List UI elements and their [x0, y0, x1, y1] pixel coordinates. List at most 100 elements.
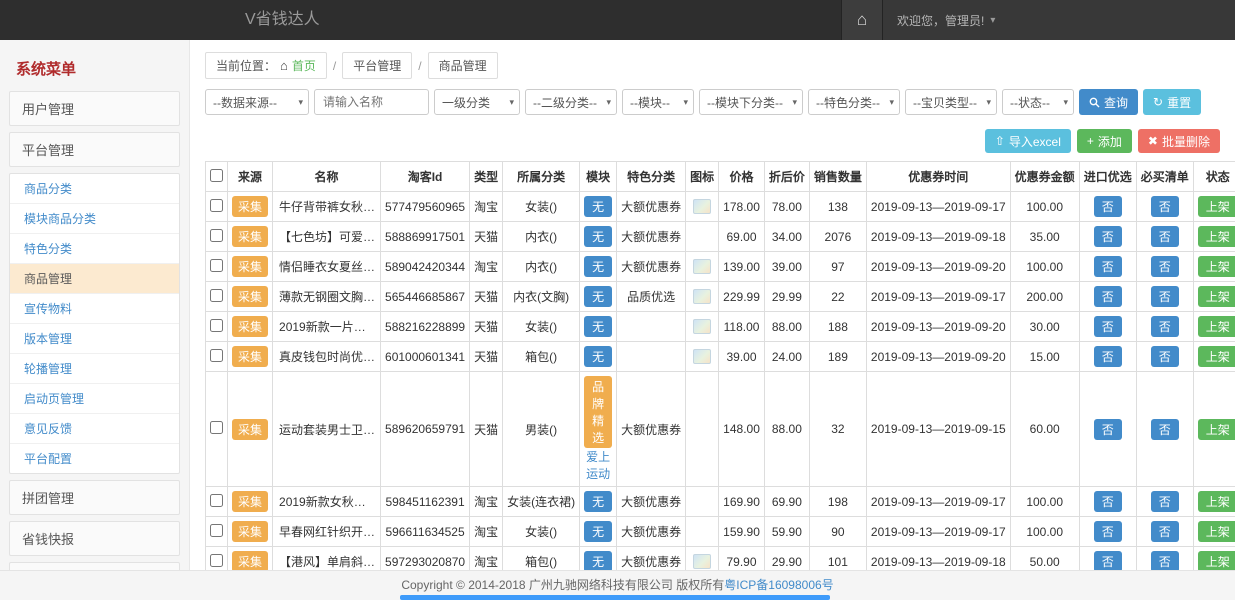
- row-checkbox[interactable]: [210, 259, 223, 272]
- row-select-cell: [206, 487, 228, 517]
- must-buy-toggle[interactable]: 否: [1151, 226, 1179, 247]
- must-buy-toggle[interactable]: 否: [1151, 491, 1179, 512]
- cell-type: 淘宝: [470, 547, 503, 571]
- cell-sales: 97: [809, 252, 866, 282]
- cell-icon: [686, 487, 719, 517]
- breadcrumb-home-link[interactable]: 首页: [292, 57, 316, 74]
- cell-module: 无: [580, 517, 617, 547]
- import-select-toggle[interactable]: 否: [1094, 551, 1122, 570]
- sidebar-item-feedback[interactable]: 意见反馈: [10, 414, 179, 444]
- import-excel-button[interactable]: ⇧ 导入excel: [985, 129, 1071, 153]
- cell-module: 无: [580, 252, 617, 282]
- status-select[interactable]: --状态-- ▾: [1002, 89, 1074, 115]
- import-select-toggle[interactable]: 否: [1094, 419, 1122, 440]
- item-type-select[interactable]: --宝贝类型-- ▾: [905, 89, 997, 115]
- status-button[interactable]: 上架: [1198, 286, 1235, 307]
- cell-coupon-amount: 15.00: [1010, 342, 1079, 372]
- cell-type: 天猫: [470, 222, 503, 252]
- import-select-toggle[interactable]: 否: [1094, 491, 1122, 512]
- add-button[interactable]: + 添加: [1077, 129, 1132, 153]
- row-checkbox[interactable]: [210, 199, 223, 212]
- user-menu[interactable]: 欢迎您，管理员! ▾: [883, 0, 1235, 40]
- sidebar-item-version-mgmt[interactable]: 版本管理: [10, 324, 179, 354]
- cell-import-select: 否: [1079, 487, 1136, 517]
- import-select-toggle[interactable]: 否: [1094, 226, 1122, 247]
- must-buy-toggle[interactable]: 否: [1151, 419, 1179, 440]
- row-checkbox[interactable]: [210, 349, 223, 362]
- cell-taoke-id: 588869917501: [381, 222, 470, 252]
- must-buy-toggle[interactable]: 否: [1151, 286, 1179, 307]
- name-search-input[interactable]: [314, 89, 429, 115]
- cell-status: 上架: [1193, 487, 1235, 517]
- import-select-toggle[interactable]: 否: [1094, 316, 1122, 337]
- status-button[interactable]: 上架: [1198, 551, 1235, 570]
- sidebar-item-feature-category[interactable]: 特色分类: [10, 234, 179, 264]
- status-button[interactable]: 上架: [1198, 491, 1235, 512]
- status-button[interactable]: 上架: [1198, 226, 1235, 247]
- horizontal-scrollbar-thumb[interactable]: [400, 595, 830, 600]
- status-button[interactable]: 上架: [1198, 316, 1235, 337]
- sidebar-item-message-mgmt[interactable]: 消息管理: [9, 562, 180, 570]
- import-select-toggle[interactable]: 否: [1094, 256, 1122, 277]
- sidebar-item-module-goods-category[interactable]: 模块商品分类: [10, 204, 179, 234]
- col-coupon-amount: 优惠券金额: [1010, 162, 1079, 192]
- col-category: 所属分类: [503, 162, 580, 192]
- cell-price: 148.00: [719, 372, 765, 487]
- row-checkbox[interactable]: [210, 319, 223, 332]
- sidebar-item-goods-category[interactable]: 商品分类: [10, 174, 179, 204]
- status-button[interactable]: 上架: [1198, 521, 1235, 542]
- level2-category-select[interactable]: --二级分类-- ▾: [525, 89, 617, 115]
- icp-link[interactable]: 粤ICP备16098006号: [724, 578, 833, 592]
- must-buy-toggle[interactable]: 否: [1151, 521, 1179, 542]
- level1-category-select[interactable]: 一级分类 ▾: [434, 89, 520, 115]
- import-select-toggle[interactable]: 否: [1094, 521, 1122, 542]
- cell-source: 采集: [228, 312, 273, 342]
- module-subcategory-select[interactable]: --模块下分类-- ▾: [699, 89, 803, 115]
- cell-feature: [617, 342, 686, 372]
- cell-type: 淘宝: [470, 192, 503, 222]
- row-checkbox[interactable]: [210, 421, 223, 434]
- must-buy-toggle[interactable]: 否: [1151, 551, 1179, 570]
- must-buy-toggle[interactable]: 否: [1151, 256, 1179, 277]
- select-all-checkbox[interactable]: [210, 169, 223, 182]
- sidebar-item-user-mgmt[interactable]: 用户管理: [9, 91, 180, 126]
- import-select-toggle[interactable]: 否: [1094, 286, 1122, 307]
- home-button[interactable]: ⌂: [841, 0, 883, 40]
- reset-button[interactable]: ↻ 重置: [1143, 89, 1201, 115]
- status-button[interactable]: 上架: [1198, 196, 1235, 217]
- sidebar-item-carousel-mgmt[interactable]: 轮播管理: [10, 354, 179, 384]
- sidebar-item-platform-config[interactable]: 平台配置: [10, 444, 179, 473]
- module-link[interactable]: 爱上运动: [586, 450, 610, 481]
- feature-category-select[interactable]: --特色分类-- ▾: [808, 89, 900, 115]
- col-name: 名称: [273, 162, 381, 192]
- sidebar-item-splash-mgmt[interactable]: 启动页管理: [10, 384, 179, 414]
- batch-delete-button[interactable]: ✖ 批量删除: [1138, 129, 1220, 153]
- status-button[interactable]: 上架: [1198, 346, 1235, 367]
- sidebar-item-goods-mgmt[interactable]: 商品管理: [10, 264, 179, 294]
- row-select-cell: [206, 517, 228, 547]
- import-select-toggle[interactable]: 否: [1094, 196, 1122, 217]
- status-button[interactable]: 上架: [1198, 256, 1235, 277]
- must-buy-toggle[interactable]: 否: [1151, 196, 1179, 217]
- import-select-toggle[interactable]: 否: [1094, 346, 1122, 367]
- row-checkbox[interactable]: [210, 494, 223, 507]
- row-checkbox[interactable]: [210, 524, 223, 537]
- sidebar-item-promo-material[interactable]: 宣传物料: [10, 294, 179, 324]
- sidebar-item-platform-mgmt[interactable]: 平台管理: [9, 132, 180, 167]
- col-module: 模块: [580, 162, 617, 192]
- data-source-select[interactable]: --数据来源-- ▾: [205, 89, 309, 115]
- chevron-down-icon: ▾: [509, 97, 514, 108]
- row-checkbox[interactable]: [210, 289, 223, 302]
- must-buy-toggle[interactable]: 否: [1151, 316, 1179, 337]
- sidebar-item-group-buy-mgmt[interactable]: 拼团管理: [9, 480, 180, 515]
- must-buy-toggle[interactable]: 否: [1151, 346, 1179, 367]
- col-coupon-time: 优惠券时间: [866, 162, 1010, 192]
- row-checkbox[interactable]: [210, 554, 223, 567]
- search-button[interactable]: 查询: [1079, 89, 1138, 115]
- status-button[interactable]: 上架: [1198, 419, 1235, 440]
- sidebar-item-saving-news[interactable]: 省钱快报: [9, 521, 180, 556]
- module-select[interactable]: --模块-- ▾: [622, 89, 694, 115]
- module-none-badge: 无: [584, 256, 612, 277]
- row-checkbox[interactable]: [210, 229, 223, 242]
- cell-coupon-amount: 100.00: [1010, 192, 1079, 222]
